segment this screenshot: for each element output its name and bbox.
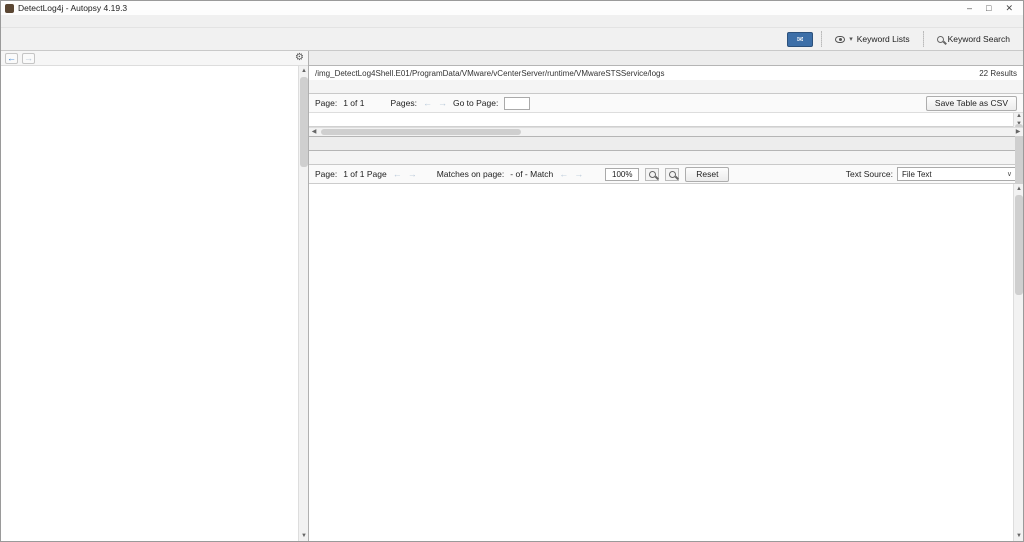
chevron-down-icon: ∨: [1007, 170, 1012, 178]
indexed-text-view: ▲▼: [309, 184, 1023, 541]
app-icon: [5, 4, 14, 13]
text-source-value: File Text: [902, 170, 932, 179]
table-paging-bar: Page: 1 of 1 Pages: ← → Go to Page: Save…: [309, 94, 1023, 113]
zoom-out-icon: [649, 171, 656, 178]
breadcrumb: /img_DetectLog4Shell.E01/ProgramData/VMw…: [315, 69, 664, 78]
zoom-out-button[interactable]: [645, 168, 659, 181]
keyword-lists-label: Keyword Lists: [857, 34, 910, 44]
chevron-down-icon: ▾: [849, 35, 853, 43]
text-subtabs: [309, 151, 1023, 165]
prev-page-button[interactable]: ←: [423, 98, 432, 108]
result-panel: /img_DetectLog4Shell.E01/ProgramData/VMw…: [309, 51, 1023, 541]
directory-tree: [1, 66, 298, 541]
page-value: 1 of 1: [343, 98, 364, 108]
main-toolbar: ✉ ▾ Keyword Lists Keyword Search: [1, 28, 1023, 51]
window-title: DetectLog4j - Autopsy 4.19.3: [18, 3, 967, 13]
back-button[interactable]: ←: [5, 53, 18, 64]
inbox-messages-button[interactable]: ✉: [787, 32, 813, 47]
text-next-page-button[interactable]: →: [408, 169, 417, 179]
reset-button[interactable]: Reset: [685, 167, 729, 182]
search-icon: [937, 36, 944, 43]
page-label: Page:: [315, 98, 337, 108]
file-table: ▲ ▼: [309, 113, 1023, 127]
text-source-select[interactable]: File Text ∨: [897, 167, 1017, 181]
zoom-level: 100%: [605, 168, 639, 181]
zoom-in-icon: [669, 171, 676, 178]
keyword-search-button[interactable]: Keyword Search: [932, 32, 1015, 46]
envelope-icon: ✉: [797, 35, 804, 44]
view-tabs: [309, 80, 1023, 94]
directory-tree-panel: ← → ⚙ ▲ ▼: [1, 51, 309, 541]
text-page-label: Page:: [315, 169, 337, 179]
save-table-csv-button[interactable]: Save Table as CSV: [926, 96, 1017, 111]
table-hscrollbar[interactable]: ◀▶: [309, 127, 1023, 136]
next-match-button[interactable]: →: [574, 169, 583, 179]
content-viewer-tabs: [309, 136, 1023, 151]
keyword-lists-button[interactable]: ▾ Keyword Lists: [830, 32, 914, 46]
matches-value: - of - Match: [510, 169, 553, 179]
tree-nav-bar: ← → ⚙: [1, 51, 308, 66]
tree-scrollbar[interactable]: ▲ ▼: [298, 66, 308, 541]
autopsy-window: DetectLog4j - Autopsy 4.19.3 – □ ✕ ✉ ▾ K…: [0, 0, 1024, 542]
minimize-button[interactable]: –: [967, 3, 972, 14]
gear-icon[interactable]: ⚙: [295, 53, 304, 63]
indexed-text-content[interactable]: [313, 186, 1012, 539]
pages-label: Pages:: [391, 98, 417, 108]
text-prev-page-button[interactable]: ←: [393, 169, 402, 179]
matches-label: Matches on page:: [437, 169, 505, 179]
document-tabs: [309, 51, 1023, 66]
menu-bar: [1, 15, 1023, 28]
text-source-label: Text Source:: [846, 169, 893, 179]
text-page-value: 1 of 1 Page: [343, 169, 386, 179]
table-scrollbar[interactable]: ▲ ▼: [1013, 113, 1023, 127]
results-count: 22 Results: [979, 69, 1017, 78]
keyword-search-label: Keyword Search: [948, 34, 1010, 44]
text-toolbar: Page: 1 of 1 Page ← → Matches on page: -…: [309, 165, 1023, 184]
text-scrollbar[interactable]: ▲▼: [1013, 184, 1023, 541]
eye-icon: [835, 36, 845, 43]
forward-button[interactable]: →: [22, 53, 35, 64]
zoom-in-button[interactable]: [665, 168, 679, 181]
title-bar: DetectLog4j - Autopsy 4.19.3 – □ ✕: [1, 1, 1023, 15]
goto-page-input[interactable]: [504, 97, 530, 110]
close-button[interactable]: ✕: [1005, 3, 1013, 14]
goto-page-label: Go to Page:: [453, 98, 498, 108]
scroll-up-icon[interactable]: ▲: [299, 66, 308, 76]
scroll-down-icon[interactable]: ▼: [299, 531, 308, 541]
prev-match-button[interactable]: ←: [559, 169, 568, 179]
maximize-button[interactable]: □: [986, 3, 991, 14]
next-page-button[interactable]: →: [438, 98, 447, 108]
